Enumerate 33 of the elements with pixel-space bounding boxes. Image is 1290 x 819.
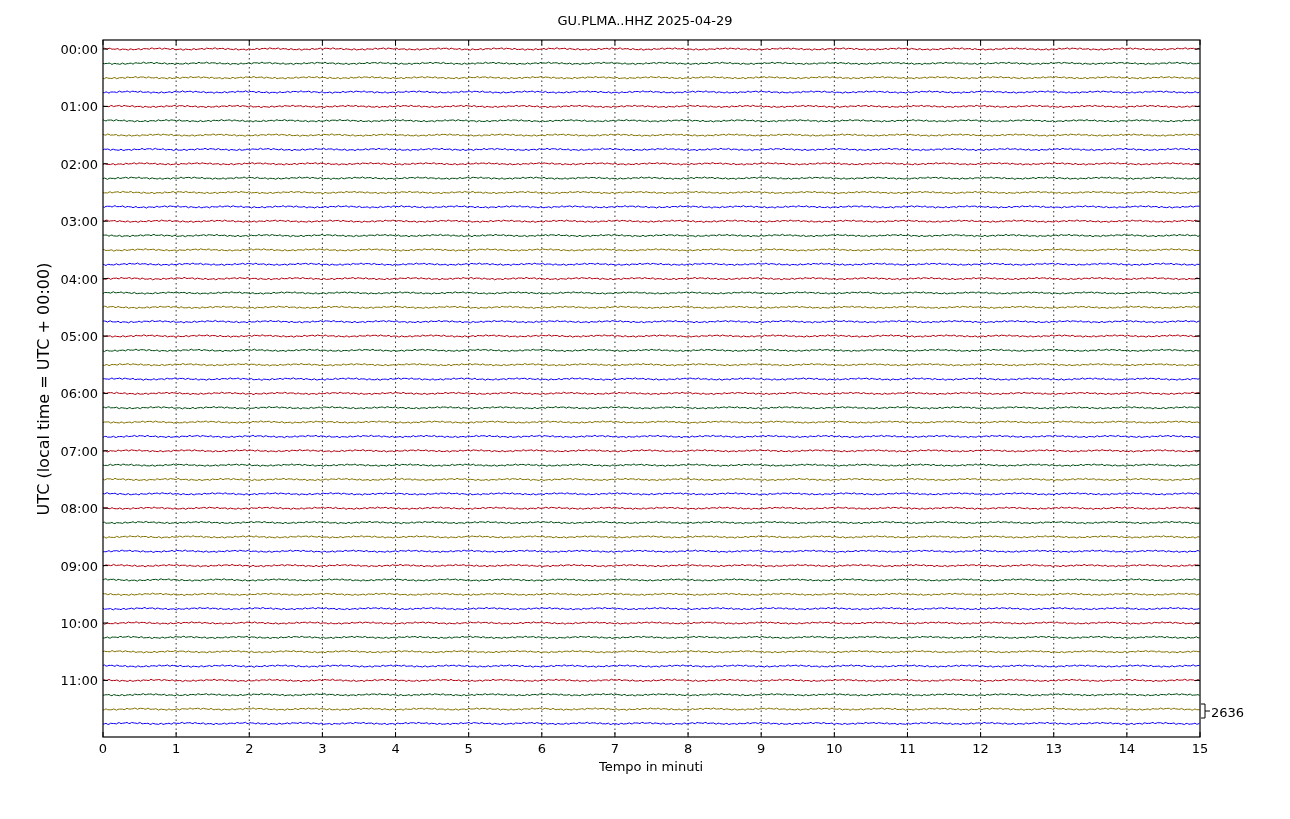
y-axis-label: UTC (local time = UTC + 00:00) xyxy=(34,262,53,516)
x-axis-label: Tempo in minuti xyxy=(598,759,704,774)
x-tick-label: 5 xyxy=(464,741,473,756)
x-tick-label: 4 xyxy=(391,741,400,756)
y-tick-label: 01:00 xyxy=(60,99,98,115)
y-tick-label: 07:00 xyxy=(60,443,98,459)
y-tick-label: 03:00 xyxy=(60,214,98,230)
x-tick-label: 8 xyxy=(683,741,693,756)
y-tick-label: 10:00 xyxy=(60,616,98,631)
y-tick-label: 06:00 xyxy=(60,386,98,402)
x-tick-label: 14 xyxy=(1118,741,1136,756)
x-tick-label: 7 xyxy=(610,741,620,756)
y-tick-label: 11:00 xyxy=(60,673,98,689)
x-tick-label: 2 xyxy=(245,741,254,756)
x-tick-label: 10 xyxy=(826,741,843,756)
x-tick-label: 3 xyxy=(318,741,327,756)
x-tick-label: 11 xyxy=(899,741,916,756)
y-tick-label: 04:00 xyxy=(60,271,98,287)
scale-label: 2636 xyxy=(1211,705,1245,720)
y-tick-label: 00:00 xyxy=(60,42,98,57)
y-tick-label: 02:00 xyxy=(60,156,98,172)
y-tick-label: 08:00 xyxy=(60,501,98,517)
y-tick-label: 05:00 xyxy=(60,329,98,344)
x-tick-label: 6 xyxy=(537,741,546,756)
x-tick-label: 9 xyxy=(757,741,766,756)
scale-bracket-icon xyxy=(1200,703,1211,719)
x-tick-label: 0 xyxy=(98,741,108,756)
x-tick-label: 13 xyxy=(1045,741,1062,756)
y-tick-label: 09:00 xyxy=(60,558,98,574)
x-tick-label: 1 xyxy=(172,741,181,756)
x-tick-label: 12 xyxy=(972,741,989,756)
x-tick-label: 15 xyxy=(1191,741,1209,756)
chart-title: GU.PLMA..HHZ 2025-04-29 xyxy=(557,13,733,28)
